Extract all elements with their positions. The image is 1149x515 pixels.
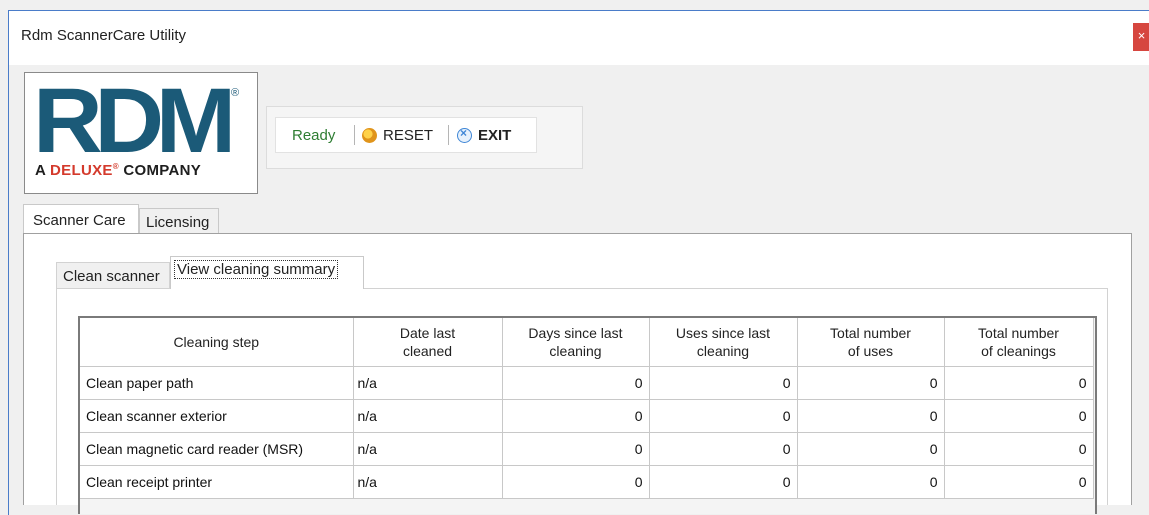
column-header-label: Cleaning step [173,333,260,350]
column-header-label: Total number of cleanings [978,324,1059,359]
logo-tagline-prefix: A [35,162,51,179]
logo-tagline-brand: DELUXE [50,162,113,179]
exit-label: EXIT [478,126,512,144]
table-cell[interactable]: n/a [353,399,503,433]
status-text: Ready [292,127,336,144]
table-cell[interactable]: Clean paper path [80,366,354,400]
reset-label: RESET [383,126,434,144]
logo-brand: RDM [33,70,236,172]
table-row[interactable]: Clean receipt printer n/a 0 0 0 0 [80,465,1094,499]
exit-button[interactable]: EXIT [457,122,511,148]
summary-table: Cleaning step Date last cleaned Days sin… [80,318,1094,499]
table-cell[interactable]: 0 [944,465,1094,499]
table-cell[interactable]: 0 [502,399,650,433]
table-cell[interactable]: Clean receipt printer [80,465,354,499]
toolbar-separator [354,125,355,145]
table-cell[interactable]: 0 [649,465,798,499]
table-cell[interactable]: 0 [502,432,650,466]
table-row[interactable]: Clean scanner exterior n/a 0 0 0 0 [80,399,1094,433]
table-cell[interactable]: 0 [502,366,650,400]
table-row[interactable]: Clean paper path n/a 0 0 0 0 [80,366,1094,400]
column-header[interactable]: Date last cleaned [353,318,503,367]
table-cell[interactable]: n/a [353,366,503,400]
column-header[interactable]: Cleaning step [80,318,354,367]
column-header-label: Uses since last cleaning [675,324,771,359]
tab-licensing[interactable]: Licensing [139,208,219,233]
logo-tagline-suffix: COMPANY [118,162,202,179]
toolbar: Ready RESET EXIT [275,117,537,153]
table-cell[interactable]: Clean magnetic card reader (MSR) [80,432,354,466]
close-button[interactable]: × [1133,23,1149,51]
tab-clean-scanner[interactable]: Clean scanner [56,262,170,288]
tab-view-cleaning-summary[interactable]: View cleaning summary [170,256,364,289]
logo-tagline: A DELUXE® COMPANY [35,162,201,179]
table-cell[interactable]: 0 [797,366,945,400]
toolbar-separator [448,125,449,145]
table-cell[interactable]: 0 [649,432,798,466]
tab-scanner-care[interactable]: Scanner Care [23,204,139,233]
toolbar-panel: Ready RESET EXIT [266,106,583,169]
rdm-logo: RDM ® A DELUXE® COMPANY [24,72,258,194]
logo-registered-mark: ® [231,87,240,99]
table-cell[interactable]: n/a [353,432,503,466]
column-header-label: Days since last cleaning [528,324,623,359]
table-cell[interactable]: 0 [797,399,945,433]
table-cell[interactable]: Clean scanner exterior [80,399,354,433]
table-row[interactable]: Clean magnetic card reader (MSR) n/a 0 0… [80,432,1094,466]
column-header[interactable]: Uses since last cleaning [649,318,798,367]
column-header[interactable]: Total number of cleanings [944,318,1094,367]
column-header-label: Total number of uses [830,324,911,359]
column-header[interactable]: Total number of uses [797,318,945,367]
table-header-row: Cleaning step Date last cleaned Days sin… [80,318,1094,367]
table-cell[interactable]: 0 [944,366,1094,400]
table-cell[interactable]: 0 [944,399,1094,433]
table-cell[interactable]: n/a [353,465,503,499]
table-cell[interactable]: 0 [649,366,798,400]
tab-view-cleaning-summary-label: View cleaning summary [174,260,339,279]
column-header[interactable]: Days since last cleaning [502,318,650,367]
window-title: Rdm ScannerCare Utility [21,27,187,44]
cleaning-summary-grid[interactable]: Cleaning step Date last cleaned Days sin… [78,316,1097,514]
exit-icon [457,126,472,143]
reset-button[interactable]: RESET [362,122,433,148]
table-cell[interactable]: 0 [797,465,945,499]
table-cell[interactable]: 0 [502,465,650,499]
table-cell[interactable]: 0 [944,432,1094,466]
table-cell[interactable]: 0 [797,432,945,466]
table-cell[interactable]: 0 [649,399,798,433]
title-bar: Rdm ScannerCare Utility × [9,11,1149,65]
column-header-label: Date last cleaned [399,324,456,359]
reset-icon [362,127,377,143]
